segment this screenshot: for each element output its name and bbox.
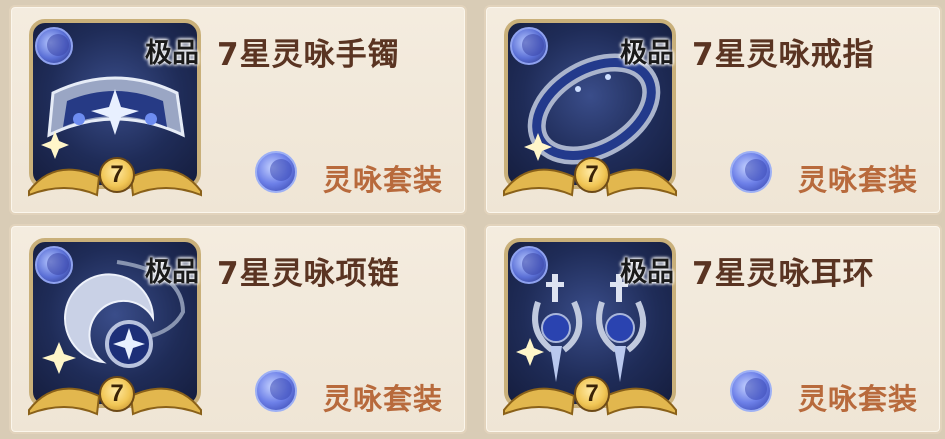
set-label[interactable]: 灵咏套装 [323,157,443,199]
set-label[interactable]: 灵咏套装 [323,376,443,418]
star-count-badge: 7 [574,376,610,412]
set-label[interactable]: 灵咏套装 [798,157,918,199]
equipment-card-necklace[interactable]: 极品 7 7星灵咏项链 灵咏套装 [9,224,467,434]
moon-badge-icon [35,246,73,284]
item-name: 7星灵咏项链 [217,256,400,292]
item-icon-frame[interactable]: 极品 7 [25,17,205,197]
star-count-badge: 7 [99,376,135,412]
equipment-card-bracelet[interactable]: 极品 7 7星灵咏手镯 灵咏套装 [9,5,467,215]
item-name: 7星灵咏手镯 [217,37,400,73]
item-name: 7星灵咏耳环 [692,256,875,292]
set-label[interactable]: 灵咏套装 [798,376,918,418]
item-icon-frame[interactable]: 极品 7 [500,17,680,197]
set-moon-icon[interactable] [255,151,297,193]
quality-label: 极品 [620,38,674,69]
item-icon-frame[interactable]: 极品 7 [25,236,205,416]
equipment-card-earrings[interactable]: 极品 7 7星灵咏耳环 灵咏套装 [484,224,942,434]
quality-label: 极品 [620,257,674,288]
star-count-badge: 7 [574,157,610,193]
set-moon-icon[interactable] [730,151,772,193]
moon-badge-icon [510,27,548,65]
star-count-badge: 7 [99,157,135,193]
item-name: 7星灵咏戒指 [692,37,875,73]
quality-label: 极品 [145,257,199,288]
quality-label: 极品 [145,38,199,69]
set-moon-icon[interactable] [255,370,297,412]
equipment-card-ring[interactable]: 极品 7 7星灵咏戒指 灵咏套装 [484,5,942,215]
moon-badge-icon [35,27,73,65]
set-moon-icon[interactable] [730,370,772,412]
moon-badge-icon [510,246,548,284]
item-icon-frame[interactable]: 极品 7 [500,236,680,416]
